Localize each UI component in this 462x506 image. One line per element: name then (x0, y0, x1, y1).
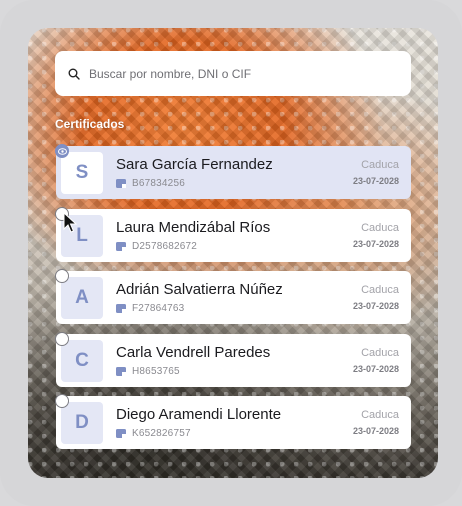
expiry-date: 23-07-2028 (352, 426, 399, 436)
search-icon (67, 67, 81, 81)
search-bar[interactable] (55, 51, 411, 96)
certificate-name: Diego Aramendi Llorente (116, 406, 282, 423)
select-radio[interactable] (55, 394, 69, 408)
expiry-date: 23-07-2028 (352, 239, 399, 249)
select-radio[interactable] (55, 332, 69, 346)
id-card-icon (116, 304, 126, 313)
certificate-card[interactable]: D Diego Aramendi Llorente K652826757 Cad… (55, 394, 411, 449)
document-number: D2578682672 (132, 241, 198, 252)
expiry-date: 23-07-2028 (352, 176, 399, 186)
avatar: A (61, 276, 103, 319)
expiry-label: Caduca (361, 347, 399, 359)
select-radio[interactable] (55, 269, 69, 283)
id-card-icon (116, 367, 126, 376)
section-title: Certificados (55, 117, 125, 131)
certificate-name: Sara García Fernandez (116, 156, 273, 173)
view-radio[interactable] (55, 144, 69, 158)
document-number: K652826757 (132, 428, 191, 439)
mouse-pointer-icon (63, 212, 78, 233)
eye-icon (57, 147, 67, 155)
certificate-card[interactable]: C Carla Vendrell Paredes H8653765 Caduca… (55, 332, 411, 387)
expiry-label: Caduca (361, 409, 399, 421)
document-number: F27864763 (132, 303, 185, 314)
id-card-icon (116, 242, 126, 251)
certificate-card[interactable]: L Laura Mendizábal Ríos D2578682672 Cadu… (55, 207, 411, 262)
id-card-icon (116, 179, 126, 188)
id-card-icon (116, 429, 126, 438)
expiry-label: Caduca (361, 159, 399, 171)
avatar: C (61, 339, 103, 382)
avatar: D (61, 401, 103, 444)
certificate-name: Adrián Salvatierra Núñez (116, 281, 283, 298)
search-input[interactable] (89, 66, 411, 81)
avatar: S (61, 151, 103, 194)
certificate-name: Carla Vendrell Paredes (116, 344, 271, 361)
expiry-date: 23-07-2028 (352, 364, 399, 374)
document-number: H8653765 (132, 366, 180, 377)
certificate-panel: Certificados S Sara García Fernandez B67… (28, 28, 438, 478)
certificate-card[interactable]: A Adrián Salvatierra Núñez F27864763 Cad… (55, 269, 411, 324)
certificate-card[interactable]: S Sara García Fernandez B67834256 Caduca… (55, 144, 411, 199)
expiry-label: Caduca (361, 284, 399, 296)
certificate-name: Laura Mendizábal Ríos (116, 219, 271, 236)
document-number: B67834256 (132, 178, 185, 189)
expiry-date: 23-07-2028 (352, 301, 399, 311)
expiry-label: Caduca (361, 222, 399, 234)
